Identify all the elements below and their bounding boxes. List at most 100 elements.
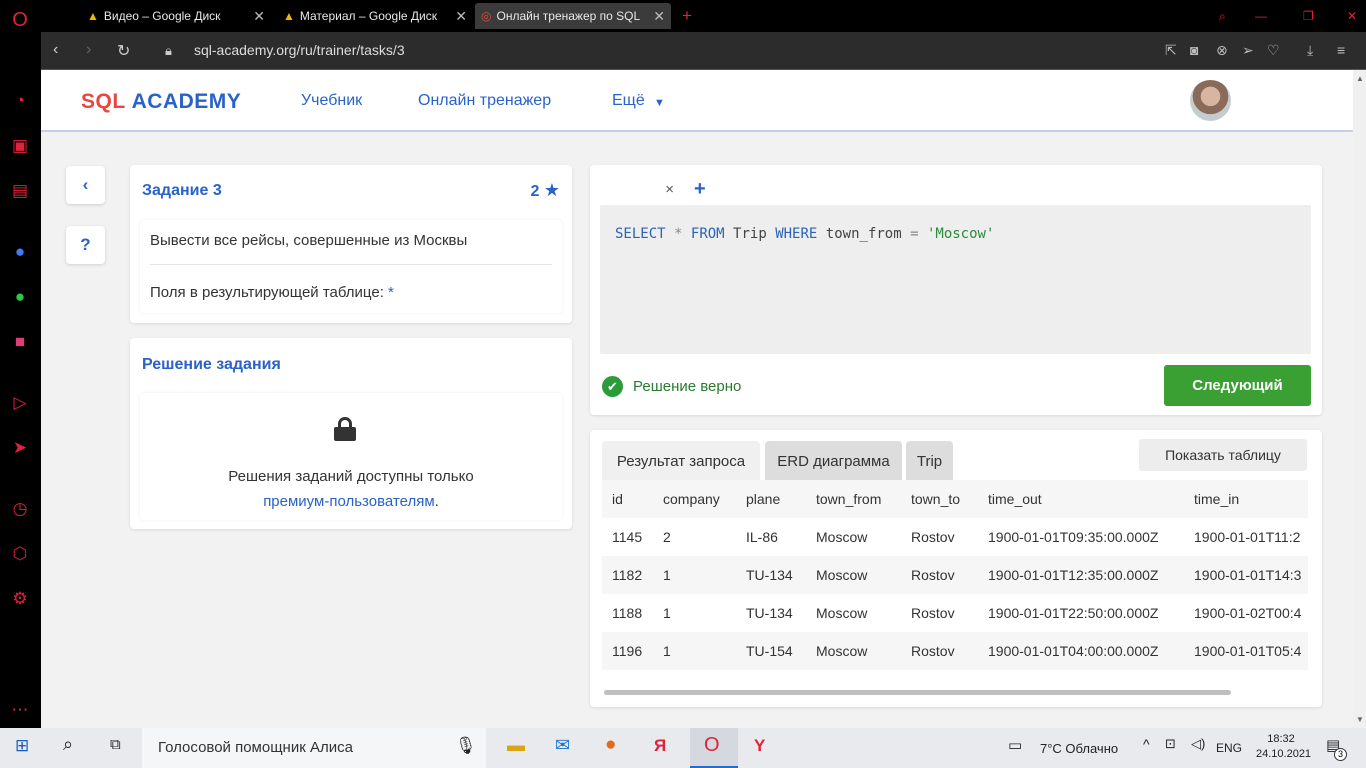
sql-editor[interactable]: SELECT * FROM Trip WHERE town_from = 'Mo… xyxy=(600,205,1311,354)
column-header[interactable]: town_from xyxy=(806,480,901,518)
messenger-icon[interactable]: ● xyxy=(8,240,32,264)
show-table-button[interactable]: Показать таблицу xyxy=(1139,439,1307,471)
tab-erd[interactable]: ERD диаграмма xyxy=(765,441,902,481)
nav-more[interactable]: Ещё xyxy=(612,92,645,110)
task-description-card: Вывести все рейсы, совершенные из Москвы… xyxy=(140,220,562,313)
table-cell-plane: TU-134 xyxy=(746,605,793,621)
close-icon[interactable]: × xyxy=(665,181,674,198)
table-cell-town-to: Rostov xyxy=(911,567,955,583)
windows-start-icon[interactable]: ⊞ xyxy=(15,736,29,756)
player-icon[interactable]: ▷ xyxy=(8,391,32,415)
tab-video-drive[interactable]: ▲ Видео – Google Диск ✕ xyxy=(81,3,271,29)
yandex-browser-icon[interactable]: Y xyxy=(754,736,765,756)
alice-search-box[interactable]: Голосовой помощник Алиса 🎙︎ xyxy=(142,728,486,768)
shopping-bag-icon[interactable]: ▣ xyxy=(8,134,32,158)
column-header[interactable]: company xyxy=(653,480,736,518)
column-header[interactable]: plane xyxy=(736,480,806,518)
next-button[interactable]: Следующий xyxy=(1164,365,1311,406)
locked-solution: Решения заданий доступны только премиум-… xyxy=(140,393,562,520)
new-tab-button[interactable]: + xyxy=(676,3,696,29)
table-cell-id: 1188 xyxy=(612,605,643,621)
table-cell-company: 2 xyxy=(663,529,671,545)
yandex-icon[interactable]: Я xyxy=(654,736,666,756)
task-view-icon[interactable]: ⧉ xyxy=(110,736,121,753)
back-button[interactable]: ‹ xyxy=(66,166,105,204)
weather-text[interactable]: 7°C Облачно xyxy=(1040,741,1118,756)
menu-icon[interactable]: ≡ xyxy=(1337,42,1345,58)
tab-sql-trainer[interactable]: ◎ Онлайн тренажер по SQL ✕ xyxy=(475,3,671,29)
download-icon[interactable]: ⤓ xyxy=(1307,42,1313,59)
clock[interactable]: 18:32 24.10.2021 xyxy=(1256,732,1311,762)
page: SQL ACADEMY Учебник Онлайн тренажер Ещё … xyxy=(41,70,1353,728)
extensions-icon[interactable]: ⬡ xyxy=(8,542,32,566)
camera-icon[interactable]: ◙ xyxy=(1190,42,1198,58)
instagram-icon[interactable]: ■ xyxy=(8,330,32,354)
file-explorer-icon[interactable]: ▬ xyxy=(507,735,525,756)
share-icon[interactable]: ⇱ xyxy=(1165,42,1177,59)
column-header[interactable]: time_out xyxy=(978,480,1184,518)
kw-select: SELECT xyxy=(615,226,666,242)
add-tab-button[interactable]: + xyxy=(694,178,706,201)
tab-query-result[interactable]: Результат запроса xyxy=(602,441,760,481)
maximize-icon[interactable]: ❐ xyxy=(1297,3,1317,29)
minimize-icon[interactable]: — xyxy=(1249,3,1269,29)
reload-icon[interactable]: ↻ xyxy=(117,41,130,61)
twitch-icon[interactable]: ▤ xyxy=(8,179,32,203)
premium-link[interactable]: премиум-пользователям xyxy=(263,493,434,510)
column-header[interactable]: time_in xyxy=(1184,480,1308,518)
weather-icon[interactable]: ▭ xyxy=(1008,736,1022,754)
window-close-icon[interactable]: ✕ xyxy=(1341,3,1361,29)
network-icon[interactable]: ⊡ xyxy=(1165,736,1176,752)
site-logo[interactable]: SQL ACADEMY xyxy=(81,90,241,114)
address-bar: ‹ › ↻ 🔒︎ sql-academy.org/ru/trainer/task… xyxy=(41,32,1366,70)
vertical-scrollbar[interactable]: ▲ ▼ xyxy=(1353,70,1366,728)
tab-trip[interactable]: Trip xyxy=(906,441,953,481)
table-cell-time-out: 1900-01-01T09:35:00.000Z xyxy=(988,529,1159,545)
check-circle-icon: ✔ xyxy=(602,376,623,397)
mail-icon[interactable]: ✉ xyxy=(555,735,570,756)
language-indicator[interactable]: ENG xyxy=(1216,741,1242,755)
editor-card: × + SELECT * FROM Trip WHERE town_from =… xyxy=(590,165,1322,415)
tab-label: Онлайн тренажер по SQL xyxy=(496,9,641,23)
search-icon[interactable]: ⌕ xyxy=(63,734,73,755)
chevron-down-icon[interactable]: ▼ xyxy=(654,97,665,109)
send-icon[interactable]: ➢ xyxy=(1242,42,1254,59)
whatsapp-icon[interactable]: ● xyxy=(8,285,32,309)
nav-textbook[interactable]: Учебник xyxy=(301,92,362,110)
history-icon[interactable]: ◷ xyxy=(8,497,32,521)
send-icon[interactable]: ➤ xyxy=(8,436,32,460)
star-icon: ★ xyxy=(543,180,560,200)
close-icon[interactable]: ✕ xyxy=(253,8,265,25)
table-name: Trip xyxy=(733,226,767,242)
help-button[interactable]: ? xyxy=(66,226,105,264)
speed-dial-icon[interactable]: ◔ xyxy=(8,89,32,113)
table-cell-time-in: 1900-01-01T14:3 xyxy=(1194,567,1302,583)
site-header: SQL ACADEMY Учебник Онлайн тренажер Ещё … xyxy=(41,70,1353,132)
url-field[interactable]: sql-academy.org/ru/trainer/tasks/3 xyxy=(194,42,405,58)
chevron-up-icon[interactable]: ^ xyxy=(1143,736,1150,752)
close-icon[interactable]: ✕ xyxy=(455,8,467,25)
forward-icon[interactable]: › xyxy=(86,41,91,59)
volume-icon[interactable]: ◁) xyxy=(1191,736,1205,752)
microphone-icon[interactable]: 🎙︎ xyxy=(455,736,477,756)
nav-trainer[interactable]: Онлайн тренажер xyxy=(418,92,551,110)
kw-from: FROM xyxy=(690,226,725,242)
table-cell-id: 1145 xyxy=(612,529,643,545)
tab-material-drive[interactable]: ▲ Материал – Google Диск ✕ xyxy=(277,3,473,29)
avatar[interactable] xyxy=(1190,80,1231,121)
opera-taskbar-button[interactable]: O xyxy=(690,728,738,768)
editor-tab[interactable]: × xyxy=(600,175,684,205)
adblock-icon[interactable]: ⊗ xyxy=(1216,42,1228,59)
tab-search-icon[interactable]: ⌕ xyxy=(1213,3,1233,29)
more-icon[interactable]: ⋯ xyxy=(8,698,32,722)
back-icon[interactable]: ‹ xyxy=(53,41,58,59)
column-header[interactable]: id xyxy=(602,480,653,518)
heart-icon[interactable]: ♡ xyxy=(1267,42,1280,59)
settings-icon[interactable]: ⚙ xyxy=(8,587,32,611)
horizontal-scrollbar[interactable] xyxy=(604,690,1231,695)
opera-logo-icon[interactable]: O xyxy=(8,8,32,32)
column-header[interactable]: town_to xyxy=(901,480,978,518)
search-icon: ◎ xyxy=(481,9,492,23)
close-icon[interactable]: ✕ xyxy=(653,8,665,25)
firefox-icon[interactable]: ● xyxy=(605,734,616,756)
